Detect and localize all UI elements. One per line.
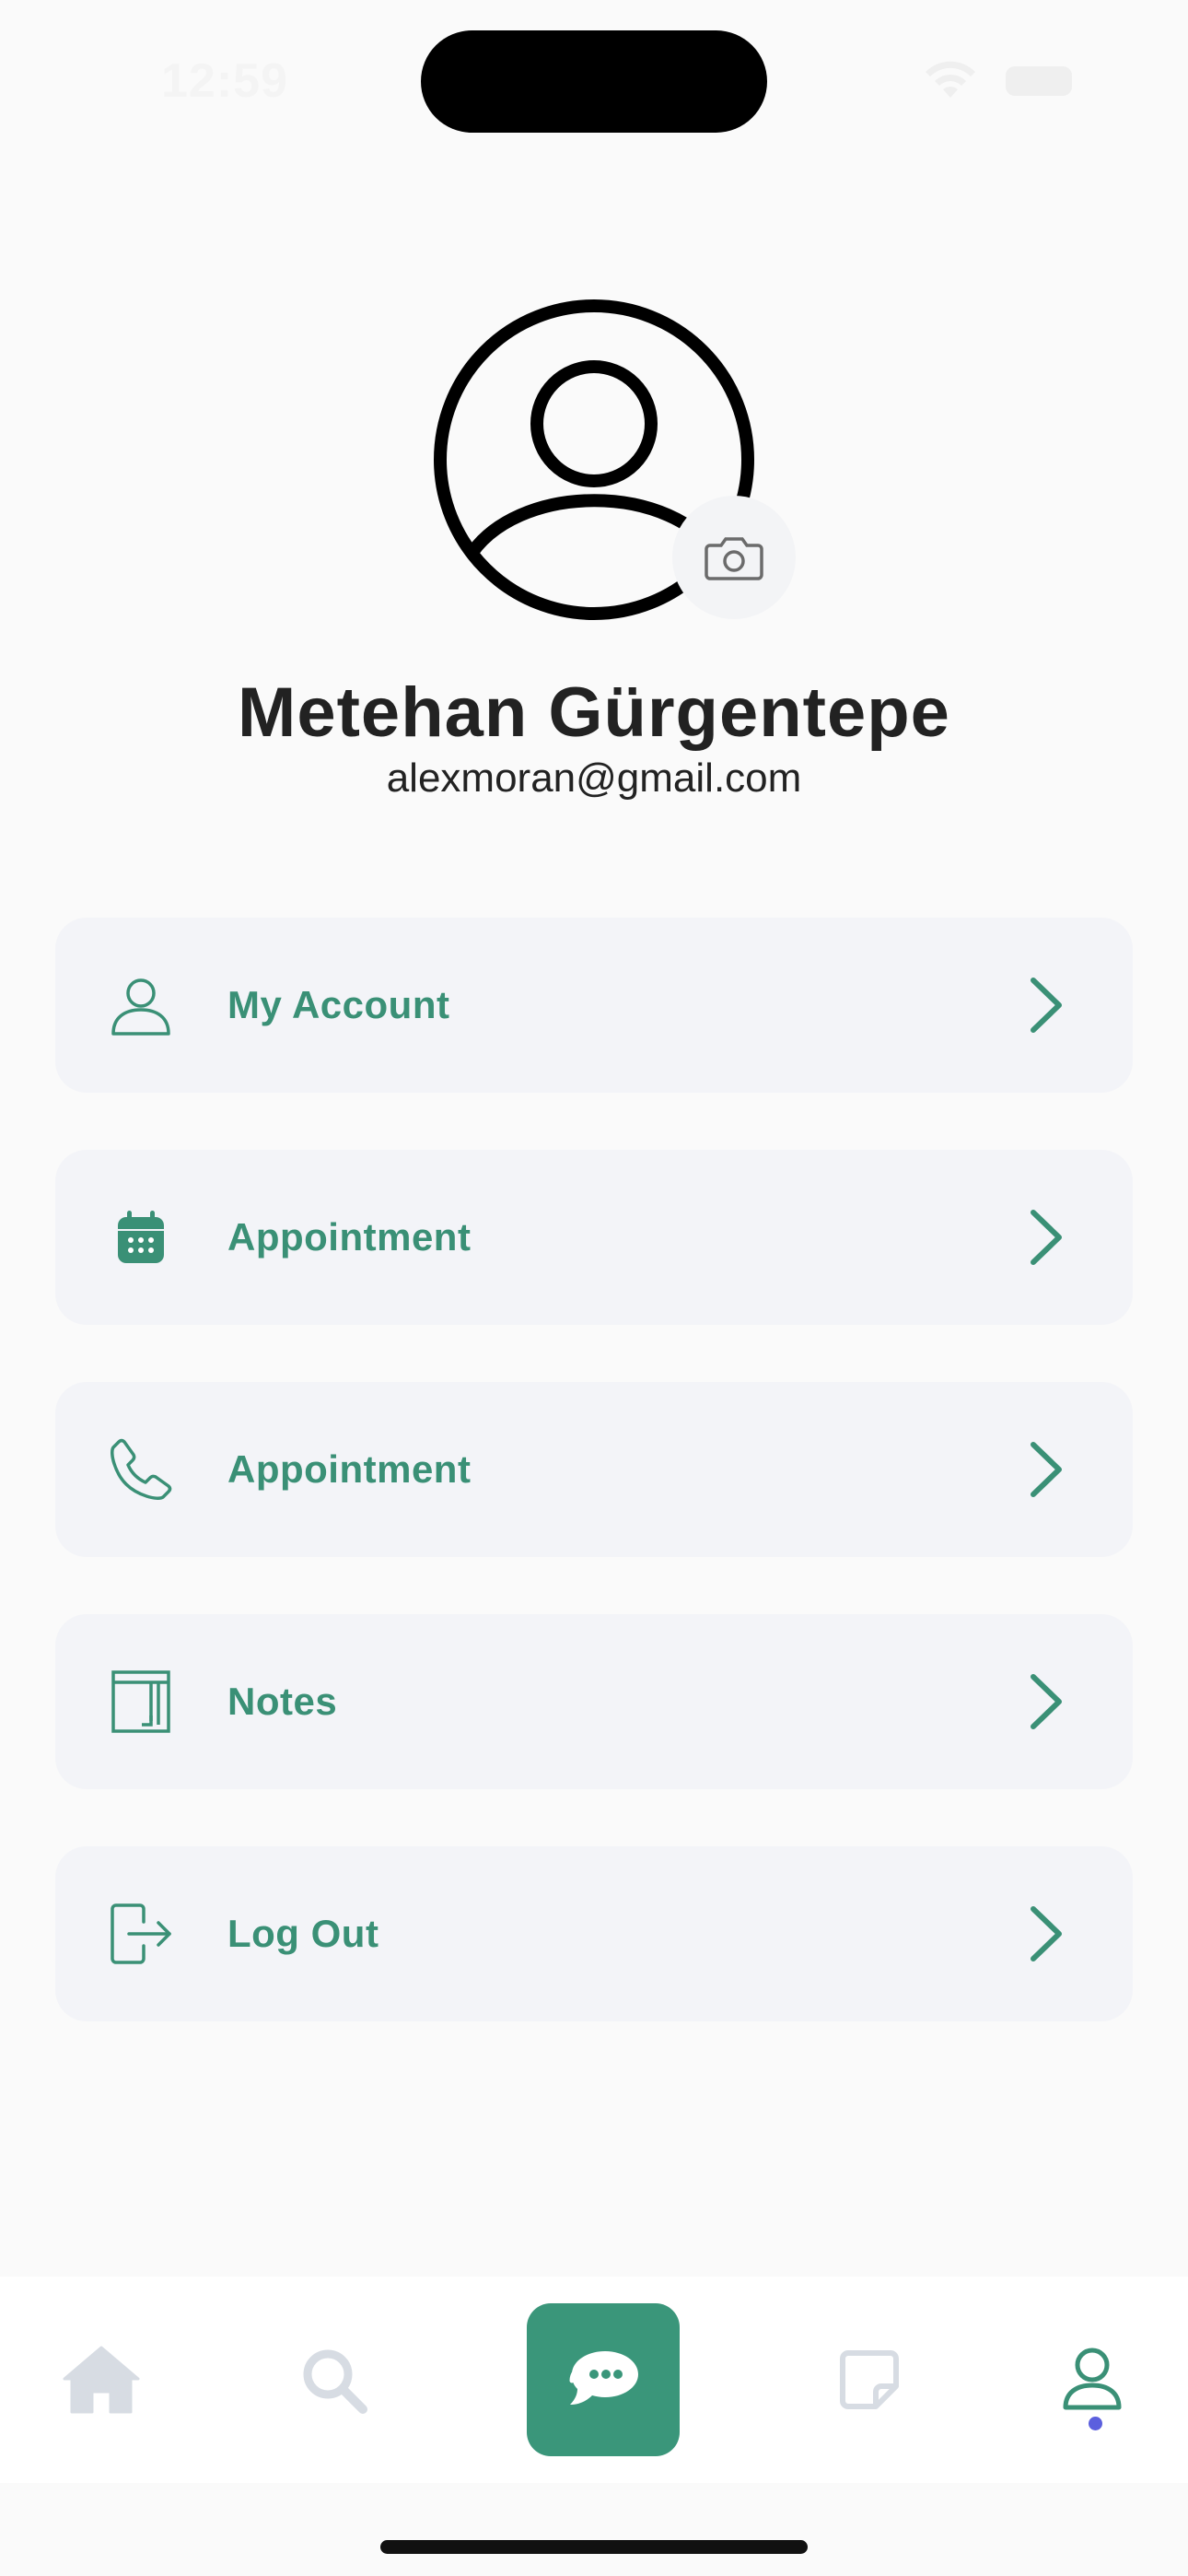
tab-bar (0, 2277, 1188, 2483)
menu-label: Appointment (227, 1215, 472, 1259)
menu-label: My Account (227, 983, 450, 1026)
profile-menu: My Account Appointment Appointment Notes… (55, 918, 1133, 2078)
battery-icon (1006, 66, 1072, 96)
menu-label: Appointment (227, 1447, 472, 1491)
chevron-right-icon (1031, 1674, 1062, 1729)
change-photo-button[interactable] (672, 496, 796, 619)
profile-name: Metehan Gürgentepe (238, 673, 950, 752)
status-bar: 12:59 (0, 0, 1188, 157)
tab-notes[interactable] (825, 2277, 914, 2483)
wifi-icon (926, 61, 975, 98)
status-time: 12:59 (161, 54, 288, 108)
tab-home[interactable] (57, 2277, 146, 2483)
menu-label: Notes (227, 1680, 338, 1723)
logout-icon (106, 1899, 176, 1969)
menu-item-log-out[interactable]: Log Out (55, 1846, 1133, 2021)
profile-email: alexmoran@gmail.com (386, 755, 802, 801)
chevron-right-icon (1031, 1210, 1062, 1265)
active-tab-indicator (1089, 2417, 1102, 2430)
camera-icon (705, 537, 763, 580)
phone-icon (106, 1434, 176, 1505)
notes-icon (106, 1667, 176, 1737)
menu-item-appointment[interactable]: Appointment (55, 1150, 1133, 1325)
home-icon (63, 2346, 140, 2414)
menu-item-notes[interactable]: Notes (55, 1614, 1133, 1789)
menu-item-my-account[interactable]: My Account (55, 918, 1133, 1093)
menu-item-appointment-call[interactable]: Appointment (55, 1382, 1133, 1557)
tab-profile[interactable] (1048, 2277, 1136, 2483)
chat-button[interactable] (527, 2303, 680, 2456)
home-indicator[interactable] (380, 2540, 808, 2554)
menu-label: Log Out (227, 1912, 379, 1955)
chat-icon (569, 2351, 638, 2405)
note-icon (840, 2350, 899, 2409)
search-icon (303, 2349, 367, 2414)
calendar-icon (106, 1202, 176, 1272)
chevron-right-icon (1031, 1906, 1062, 1961)
chevron-right-icon (1031, 978, 1062, 1033)
tab-search[interactable] (289, 2277, 378, 2483)
user-icon (106, 970, 176, 1040)
tab-chat[interactable] (527, 2277, 680, 2483)
profile-icon (1063, 2348, 1122, 2410)
chevron-right-icon (1031, 1442, 1062, 1497)
dynamic-island (421, 30, 767, 133)
